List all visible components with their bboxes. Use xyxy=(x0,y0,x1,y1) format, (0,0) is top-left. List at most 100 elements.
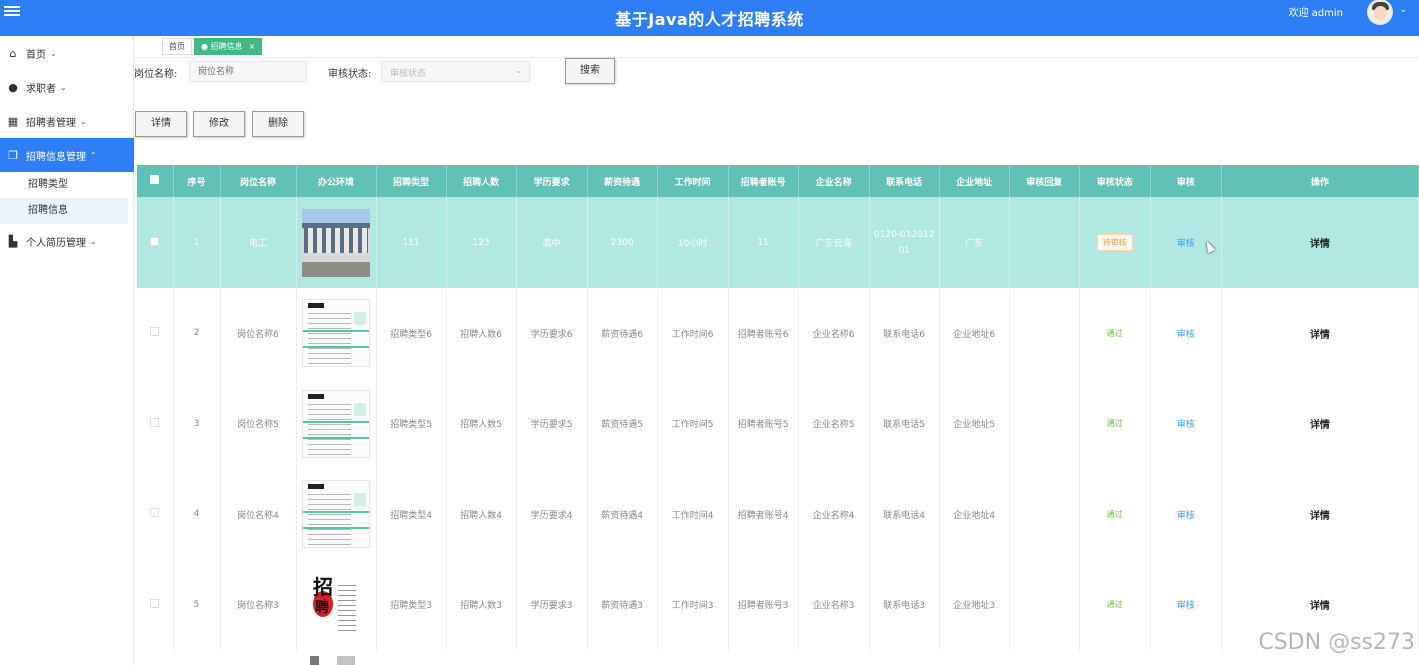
select-all-checkbox[interactable] xyxy=(150,175,160,184)
cell-address: 企业地址4 xyxy=(939,469,1010,560)
audit-link[interactable]: 审核 xyxy=(1177,330,1195,340)
cell-count: 招聘人数6 xyxy=(446,288,517,379)
column-header: 岗位名称 xyxy=(220,165,297,197)
column-header: 招聘人数 xyxy=(446,165,517,197)
chart-icon: ▙ xyxy=(8,234,18,248)
cell-image xyxy=(296,197,377,288)
cell-company: 企业名称6 xyxy=(798,288,870,379)
tag-home[interactable]: 首页 xyxy=(162,38,192,55)
row-checkbox[interactable] xyxy=(150,598,160,608)
sidebar-item-label: 招聘信息管理 xyxy=(26,151,86,163)
detail-link[interactable]: 详情 xyxy=(1310,511,1330,522)
row-checkbox[interactable] xyxy=(150,417,160,427)
table-row[interactable]: 4 岗位名称4 招聘类型4 招聘人数4 学历要求4 薪资待遇4 工作时间4 招聘… xyxy=(137,469,1419,560)
avatar[interactable] xyxy=(1367,0,1393,25)
row-checkbox[interactable] xyxy=(150,327,160,337)
resume-document-image[interactable] xyxy=(302,480,371,549)
cell-time: 工作时间5 xyxy=(657,378,729,469)
resume-document-image[interactable] xyxy=(302,389,371,458)
sidebar-subitem-recruit-info[interactable]: 招聘信息 xyxy=(0,198,128,224)
cell-type: 招聘类型4 xyxy=(376,469,447,560)
cell-time: 工作时间3 xyxy=(657,559,729,650)
cell-account: 招聘者账号4 xyxy=(728,469,799,560)
sidebar-item-home[interactable]: ⌂ 首页 ⌄ xyxy=(0,36,134,70)
cell-reply xyxy=(1009,197,1080,288)
cell-phone: 联系电话3 xyxy=(869,559,940,650)
row-checkbox[interactable] xyxy=(150,236,160,246)
status-badge: 通过 xyxy=(1106,600,1123,610)
table-row[interactable]: 1 电工 111 123 高中 2300 10小时 11 广东云海 0120-0… xyxy=(137,197,1419,288)
resume-document-image[interactable] xyxy=(302,299,371,368)
column-header: 序号 xyxy=(173,165,221,197)
cell-count: 123 xyxy=(446,197,517,288)
cell-no: 5 xyxy=(173,559,221,650)
audit-link[interactable]: 审核 xyxy=(1177,511,1195,521)
sidebar-item-job-seekers[interactable]: ● 求职者 ⌄ xyxy=(0,70,134,104)
table-row[interactable]: 2 岗位名称6 招聘类型6 招聘人数6 学历要求6 薪资待遇6 工作时间6 招聘… xyxy=(137,288,1419,379)
table-row[interactable]: 3 岗位名称5 招聘类型5 招聘人数5 学历要求5 薪资待遇5 工作时间5 招聘… xyxy=(137,378,1419,469)
copy-icon: ❐ xyxy=(8,148,18,162)
detail-link[interactable]: 详情 xyxy=(1310,239,1330,250)
recruit-poster-image[interactable]: 招聘 xyxy=(302,570,371,639)
chevron-down-icon[interactable]: ⌄ xyxy=(1399,5,1407,15)
cell-image xyxy=(296,378,377,469)
row-select-cell[interactable] xyxy=(137,559,174,650)
row-select-cell[interactable] xyxy=(137,288,174,379)
cell-image xyxy=(296,288,377,379)
cell-type: 招聘类型6 xyxy=(376,288,447,379)
office-photo[interactable] xyxy=(302,208,371,277)
cell-count: 招聘人数5 xyxy=(446,378,517,469)
column-header: 操作 xyxy=(1221,165,1419,197)
cell-audit: 审核 xyxy=(1150,559,1222,650)
cell-salary: 薪资待遇4 xyxy=(587,469,658,560)
tag-recruit-info[interactable]: ● 招聘信息 × xyxy=(194,38,263,55)
delete-button[interactable]: 删除 xyxy=(252,111,304,137)
cell-no: 3 xyxy=(173,378,221,469)
cell-type: 111 xyxy=(376,197,447,288)
welcome-text: 欢迎 admin xyxy=(1288,8,1343,19)
app-title: 基于Java的人才招聘系统 xyxy=(615,10,804,29)
edit-button[interactable]: 修改 xyxy=(193,111,245,137)
cell-salary: 薪资待遇5 xyxy=(587,378,658,469)
cell-count: 招聘人数4 xyxy=(446,469,517,560)
row-checkbox[interactable] xyxy=(150,508,160,518)
row-select-cell[interactable] xyxy=(137,469,174,560)
cell-op: 详情 xyxy=(1221,378,1419,469)
sidebar-subitem-recruit-type[interactable]: 招聘类型 xyxy=(0,172,128,198)
detail-link[interactable]: 详情 xyxy=(1310,420,1330,431)
cell-salary: 2300 xyxy=(587,197,658,288)
cell-edu: 高中 xyxy=(516,197,588,288)
table-row[interactable]: 5 岗位名称3 招聘 招聘类型3 招聘人数3 学历要求3 薪资待遇3 工作时间3… xyxy=(137,559,1419,650)
column-header: 招聘类型 xyxy=(376,165,447,197)
row-select-cell[interactable] xyxy=(137,197,174,288)
cell-salary: 薪资待遇3 xyxy=(587,559,658,650)
position-name-input[interactable] xyxy=(189,61,307,82)
sidebar-item-recruiters[interactable]: ▦ 招聘者管理 ⌄ xyxy=(0,104,134,138)
audit-link[interactable]: 审核 xyxy=(1177,239,1195,249)
search-button[interactable]: 搜索 xyxy=(565,58,615,84)
detail-button[interactable]: 详情 xyxy=(135,111,187,137)
cell-address: 广东 xyxy=(939,197,1010,288)
close-icon[interactable]: × xyxy=(249,42,256,51)
status-badge: 通过 xyxy=(1106,509,1123,519)
select-all-cell[interactable] xyxy=(137,165,174,197)
audit-link[interactable]: 审核 xyxy=(1177,601,1195,611)
cell-edu: 学历要求4 xyxy=(516,469,588,560)
chevron-down-icon: ⌄ xyxy=(80,116,87,126)
recruit-table: 序号 岗位名称 办公环境 招聘类型 招聘人数 学历要求 薪资待遇 工作时间 招聘… xyxy=(137,165,1419,650)
audit-link[interactable]: 审核 xyxy=(1177,420,1195,430)
cell-reply xyxy=(1009,469,1080,560)
sidebar-item-recruitment-info[interactable]: ❐ 招聘信息管理 ⌃ xyxy=(0,138,134,172)
detail-link[interactable]: 详情 xyxy=(1310,330,1330,341)
audit-status-select[interactable]: 审核状态 ⌄ xyxy=(381,61,530,82)
cell-company: 广东云海 xyxy=(798,197,870,288)
column-header: 招聘者账号 xyxy=(728,165,799,197)
cell-no: 1 xyxy=(173,197,221,288)
cell-op: 详情 xyxy=(1221,197,1419,288)
home-icon: ⌂ xyxy=(9,46,17,60)
cell-time: 工作时间4 xyxy=(657,469,729,560)
detail-link[interactable]: 详情 xyxy=(1310,601,1330,612)
row-select-cell[interactable] xyxy=(137,378,174,469)
cell-phone: 联系电话4 xyxy=(869,469,940,560)
sidebar-item-resumes[interactable]: ▙ 个人简历管理 ⌄ xyxy=(0,224,134,258)
